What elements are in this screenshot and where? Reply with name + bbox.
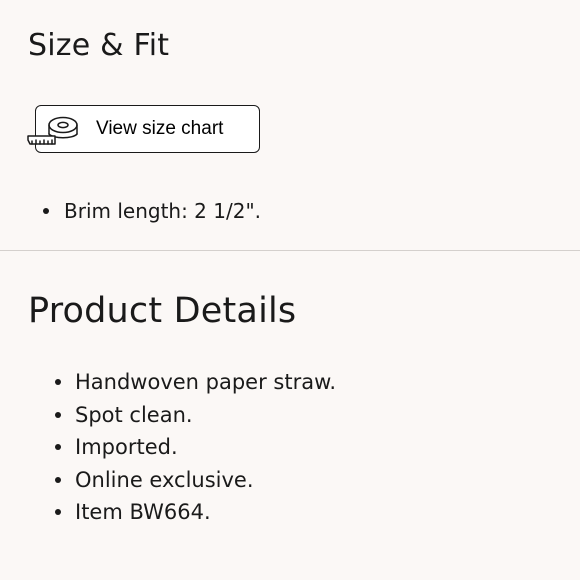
list-item: Brim length: 2 1/2". <box>42 199 262 223</box>
view-size-chart-label: View size chart <box>96 118 224 139</box>
measuring-tape-icon <box>27 116 83 148</box>
section-divider <box>0 250 580 251</box>
list-item: Item BW664. <box>54 496 336 529</box>
product-details-heading: Product Details <box>28 291 297 331</box>
size-fit-heading: Size & Fit <box>28 28 170 63</box>
list-item: Imported. <box>54 431 336 464</box>
list-item: Online exclusive. <box>54 464 336 497</box>
list-item: Spot clean. <box>54 399 336 432</box>
view-size-chart-button[interactable]: View size chart <box>27 105 260 153</box>
size-fit-list: Brim length: 2 1/2". <box>42 198 262 224</box>
list-item: Handwoven paper straw. <box>54 366 336 399</box>
product-details-list: Handwoven paper straw. Spot clean. Impor… <box>54 366 336 529</box>
